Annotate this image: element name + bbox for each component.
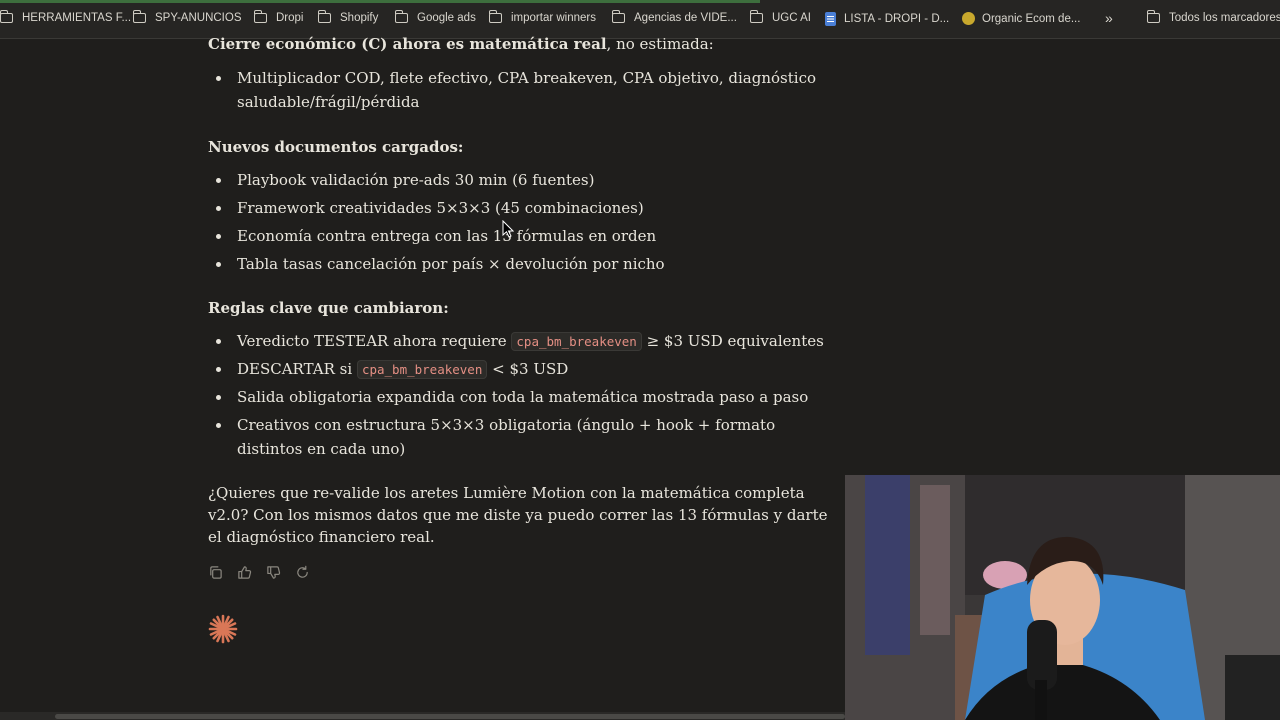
- docs-heading: Nuevos documentos cargados:: [208, 138, 464, 156]
- list-item: Tabla tasas cancelación por país × devol…: [208, 252, 828, 280]
- webcam-feed-image: [845, 475, 1280, 720]
- bookmark-lista-dropi[interactable]: LISTA - DROPI - D...: [825, 12, 949, 26]
- folder-icon: [317, 10, 331, 23]
- claude-spark-icon: [208, 614, 238, 644]
- inline-code: cpa_bm_breakeven: [356, 360, 488, 379]
- cierre-bold-text: Cierre económico (C) ahora es matemática…: [208, 35, 607, 53]
- cierre-rest-text: , no estimada:: [606, 35, 714, 53]
- list-item: Economía contra entrega con las 13 fórmu…: [208, 224, 828, 252]
- bookmark-label: Organic Ecom de...: [982, 12, 1081, 25]
- folder-icon: [488, 10, 502, 23]
- bookmark-label: Agencias de VIDE...: [634, 12, 737, 24]
- folder-icon: [0, 10, 13, 23]
- bookmark-ugc-ai[interactable]: UGC AI: [749, 10, 811, 24]
- rules-list: Veredicto TESTEAR ahora requiere cpa_bm_…: [208, 329, 828, 461]
- cierre-paragraph: Cierre económico (C) ahora es matemática…: [208, 32, 828, 56]
- bookmark-label: Dropi: [276, 12, 304, 24]
- rule-text: DESCARTAR si: [237, 360, 357, 378]
- folder-icon: [749, 10, 763, 23]
- bookmark-importar-winners[interactable]: importar winners: [488, 10, 596, 24]
- bookmark-agencias[interactable]: Agencias de VIDE...: [611, 10, 737, 24]
- bookmark-google-ads[interactable]: Google ads: [394, 10, 476, 24]
- rule-text: Veredicto TESTEAR ahora requiere: [237, 332, 512, 350]
- folder-icon: [253, 10, 267, 23]
- bookmark-organic-ecom[interactable]: Organic Ecom de...: [962, 12, 1080, 25]
- folder-icon: [132, 10, 146, 23]
- bookmark-label: SPY-ANUNCIOS: [155, 12, 242, 24]
- rule-text: ≥ $3 USD equivalentes: [641, 332, 824, 350]
- folder-icon: [611, 10, 625, 23]
- thumbs-up-icon[interactable]: [237, 565, 252, 580]
- list-item: Multiplicador COD, flete efectivo, CPA b…: [208, 66, 828, 114]
- folder-icon: [1146, 10, 1160, 23]
- list-item: Salida obligatoria expandida con toda la…: [208, 385, 828, 413]
- bookmark-spy-anuncios[interactable]: SPY-ANUNCIOS: [132, 10, 242, 24]
- scrollbar-thumb[interactable]: [55, 714, 845, 719]
- webcam-overlay: [845, 475, 1280, 720]
- cierre-list: Multiplicador COD, flete efectivo, CPA b…: [208, 66, 828, 114]
- bookmark-shopify[interactable]: Shopify: [317, 10, 379, 24]
- list-item: Veredicto TESTEAR ahora requiere cpa_bm_…: [208, 329, 828, 357]
- rule-text: < $3 USD: [487, 360, 569, 378]
- folder-icon: [394, 10, 408, 23]
- list-item: Framework creatividades 5×3×3 (45 combin…: [208, 196, 828, 224]
- message-actions: [208, 565, 310, 580]
- retry-icon[interactable]: [295, 565, 310, 580]
- list-item: Creativos con estructura 5×3×3 obligator…: [208, 413, 828, 461]
- google-docs-icon: [825, 12, 836, 26]
- thumbs-down-icon[interactable]: [266, 565, 281, 580]
- list-item: Playbook validación pre-ads 30 min (6 fu…: [208, 168, 828, 196]
- docs-list: Playbook validación pre-ads 30 min (6 fu…: [208, 168, 828, 280]
- copy-icon[interactable]: [208, 565, 223, 580]
- bookmark-herramientas[interactable]: HERRAMIENTAS F...: [0, 10, 132, 24]
- bookmark-label: UGC AI: [772, 12, 811, 24]
- mouse-cursor-icon: [502, 220, 514, 238]
- bookmark-dropi[interactable]: Dropi: [253, 10, 304, 24]
- bookmark-label: Google ads: [417, 12, 476, 24]
- bookmark-label: importar winners: [511, 12, 596, 24]
- bookmark-label: Todos los marcadores: [1169, 12, 1280, 24]
- list-item: DESCARTAR si cpa_bm_breakeven < $3 USD: [208, 357, 828, 385]
- rules-heading: Reglas clave que cambiaron:: [208, 299, 449, 317]
- bookmark-todos-marcadores[interactable]: Todos los marcadores: [1146, 10, 1280, 24]
- bookmark-label: LISTA - DROPI - D...: [844, 13, 950, 25]
- bookmarks-overflow-chevron-icon[interactable]: »: [1105, 10, 1113, 26]
- inline-code: cpa_bm_breakeven: [511, 332, 642, 351]
- site-favicon-icon: [962, 12, 975, 25]
- bookmark-label: HERRAMIENTAS F...: [22, 12, 132, 24]
- followup-question: ¿Quieres que re-valide los aretes Lumièr…: [208, 484, 828, 546]
- bookmark-label: Shopify: [340, 12, 379, 24]
